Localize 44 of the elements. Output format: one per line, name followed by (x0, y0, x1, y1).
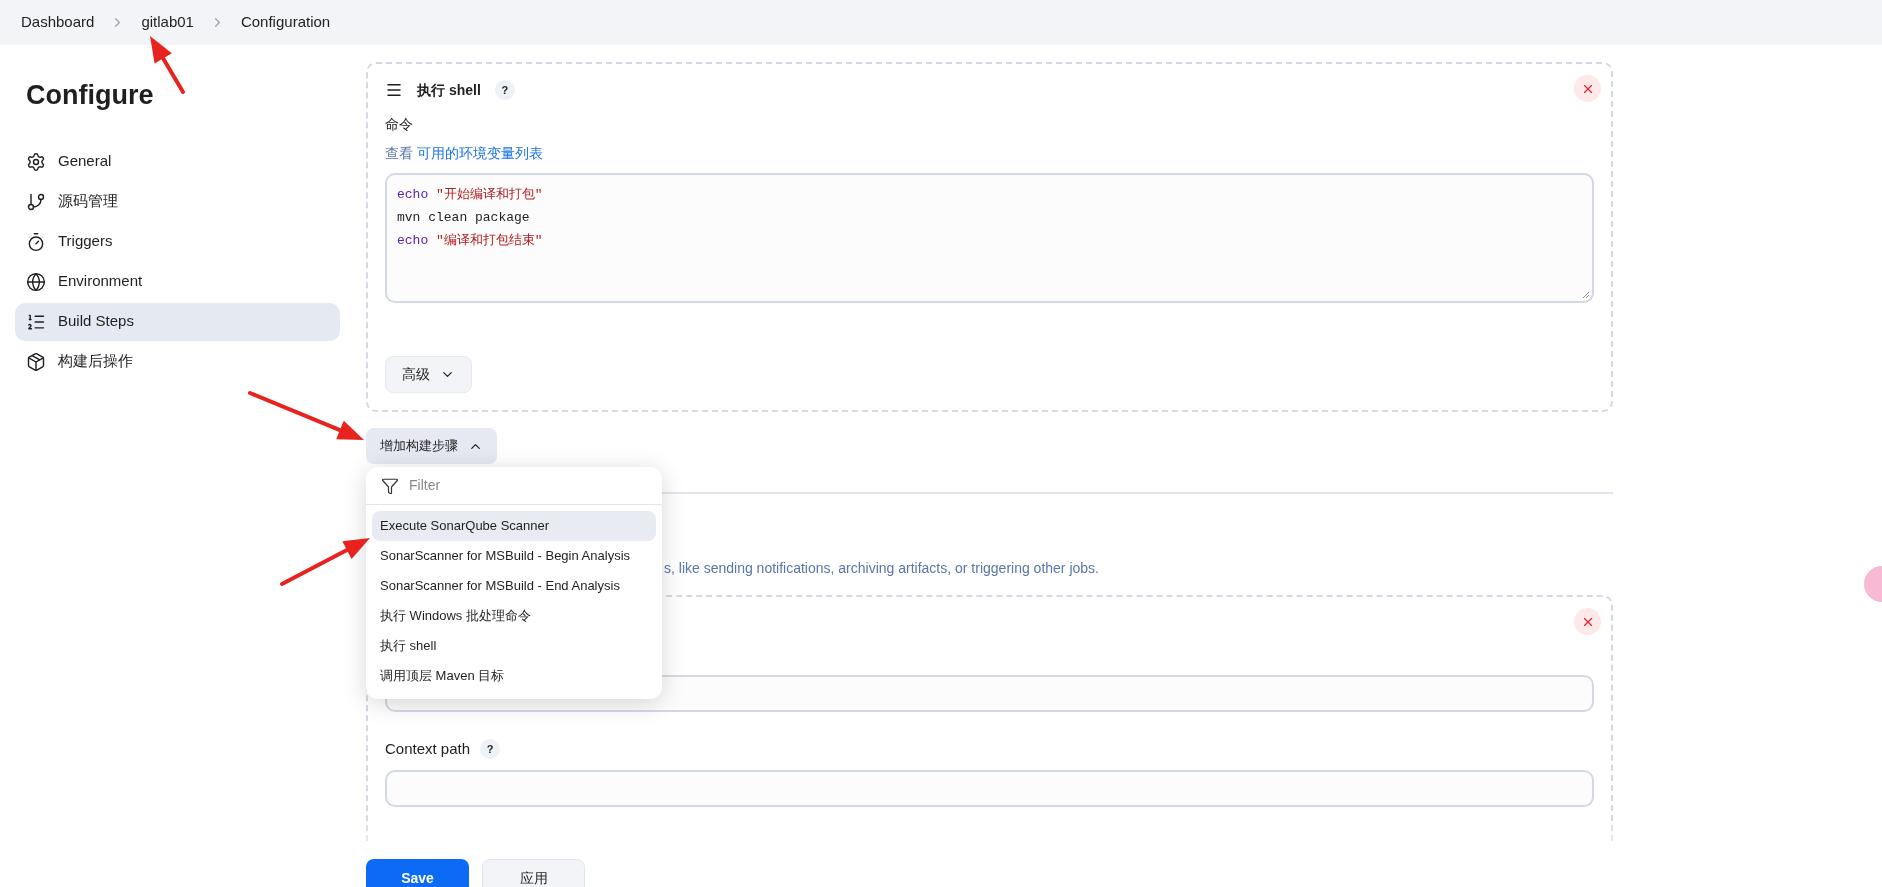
help-button[interactable]: ? (480, 739, 501, 760)
field-label: Context path (385, 739, 471, 759)
filter-field[interactable]: Filter (409, 475, 629, 496)
sidebar-item[interactable]: General (15, 142, 340, 181)
code-line: echo "编译和打包结束" (397, 232, 544, 250)
step-title: 执行 shell (417, 80, 481, 100)
filter-icon (381, 476, 399, 495)
context-path-field[interactable] (385, 769, 1594, 807)
advanced-button[interactable]: 高级 (385, 356, 472, 393)
post-build-description: s, like sending notifications, archiving artifacts, or triggering other jobs. (664, 559, 1100, 578)
menu-item[interactable]: SonarScanner for MSBuild - End Analysis (372, 571, 656, 601)
sidebar-item[interactable]: 源码管理 (15, 182, 340, 221)
nav-icon (26, 231, 46, 252)
close-button[interactable] (1574, 75, 1601, 102)
nav-icon (26, 271, 46, 292)
breadcrumb-link[interactable]: Dashboard (19, 11, 97, 34)
help-button[interactable]: ? (494, 80, 515, 100)
apply-button[interactable]: 应用 (482, 859, 585, 887)
sidebar-item[interactable]: Triggers (15, 222, 340, 261)
breadcrumb-link[interactable]: Configuration (238, 11, 333, 34)
resize-handle-icon[interactable] (1582, 291, 1590, 299)
menu-item[interactable]: 调用顶层 Maven 目标 (372, 661, 656, 691)
sidebar-item[interactable]: Environment (15, 262, 340, 301)
link-prefix: 查看 (385, 144, 413, 163)
sidebar-item[interactable]: Build Steps (15, 302, 340, 341)
code-line: echo "开始编译和打包" (397, 186, 544, 204)
code-line: mvn clean package (397, 209, 531, 227)
nav-icon (26, 151, 46, 172)
nav-icon (26, 191, 46, 212)
nav-icon (26, 351, 46, 372)
command-textarea[interactable]: echo "开始编译和打包" mvn clean package echo "编译和打包结束" (385, 173, 1594, 303)
breadcrumb-link[interactable]: gitlab01 (139, 11, 196, 34)
page-title: Configure (25, 79, 155, 112)
menu-item[interactable]: SonarScanner for MSBuild - Begin Analysis (372, 541, 656, 571)
env-vars-link[interactable]: 可用的环境变量列表 (417, 143, 543, 164)
close-button[interactable] (1574, 608, 1601, 635)
menu-item[interactable]: 执行 shell (372, 631, 656, 661)
field-label: 命令 (385, 115, 414, 134)
save-button[interactable]: Save (366, 859, 469, 887)
sidebar-item[interactable]: 构建后操作 (15, 342, 340, 381)
menu-item[interactable]: 执行 Windows 批处理命令 (372, 601, 656, 631)
add-build-step-button[interactable]: 增加构建步骤 (366, 428, 497, 464)
drag-handle-icon[interactable] (385, 81, 403, 99)
menu-item[interactable]: Execute SonarQube Scanner (372, 511, 656, 541)
